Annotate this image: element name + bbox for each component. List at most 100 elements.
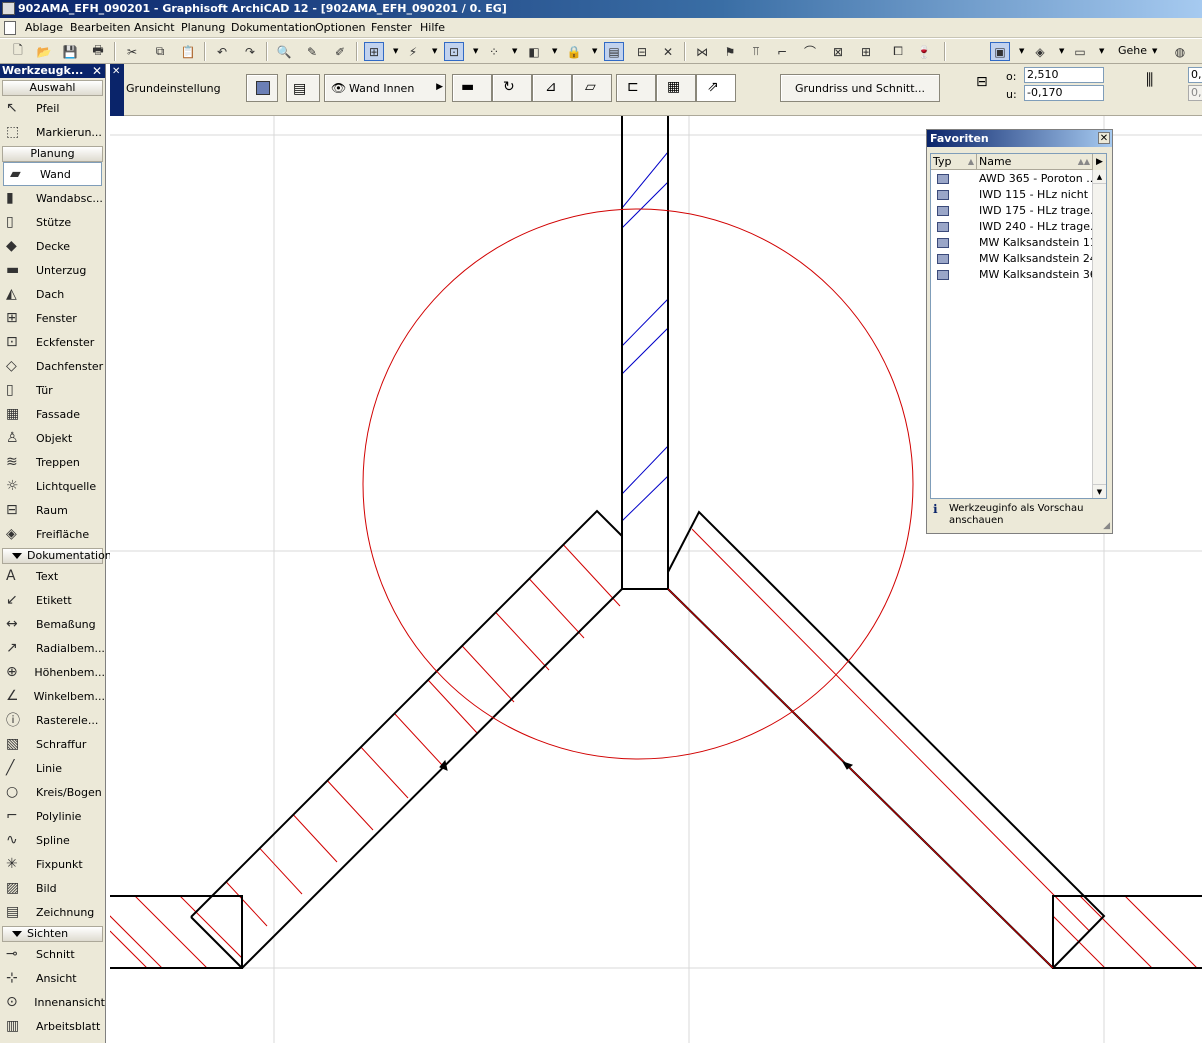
tool-rasterele[interactable]: ⓘ Rasterele... [0,708,105,732]
favorites-scrollbar[interactable]: ▲ ▼ [1092,170,1106,498]
globe-icon[interactable]: ◍ [1170,42,1190,61]
tool-innenansicht[interactable]: ⊙ Innenansicht [0,990,105,1014]
tool-fenster[interactable]: ⊞ Fenster [0,306,105,330]
tool-winkelbem[interactable]: ∠ Winkelbem... [0,684,105,708]
snap-guides-icon[interactable]: ⊡ [444,42,464,61]
adjust-icon[interactable]: ⫪ [746,42,766,61]
menu-ansicht[interactable]: Ansicht [134,21,175,34]
cut-icon[interactable]: ✂ [122,42,142,61]
curve-icon[interactable]: ⌒ [800,42,820,61]
fill-button[interactable]: ▦ [656,74,696,102]
column-header-name[interactable]: Name ▲▲ [977,154,1093,170]
dimension-display-icon[interactable]: ⊟ [632,42,652,61]
chevron-down-icon[interactable]: ▼ [473,42,481,61]
distribute-icon[interactable]: ⊞ [856,42,876,61]
bottom-offset-field[interactable]: -0,170 [1024,85,1104,101]
tool-unterzug[interactable]: ▬ Unterzug [0,258,105,282]
tool-polylinie[interactable]: ⌐ Polylinie [0,804,105,828]
favorite-item[interactable]: IWD 175 - HLz trage... [931,203,1093,219]
menu-bearbeiten[interactable]: Bearbeiten [70,21,130,34]
gravity-icon[interactable]: ⊞ [364,42,384,61]
tool-objekt[interactable]: ♙ Objekt [0,426,105,450]
tool-wandabsc[interactable]: ▮ Wandabsc... [0,186,105,210]
close-x-icon[interactable]: ✕ [658,42,678,61]
fillet-icon[interactable]: ⌐ [772,42,792,61]
line-type-button[interactable]: ▬ [452,74,492,102]
tool-ansicht[interactable]: ⊹ Ansicht [0,966,105,990]
info-box-grip[interactable]: ✕ [110,64,124,116]
close-icon[interactable]: ✕ [92,64,102,78]
goto-label[interactable]: Gehe [1118,44,1147,57]
tool-dachfenster[interactable]: ◇ Dachfenster [0,354,105,378]
find-select-icon[interactable]: 🔍 [274,42,294,61]
resize-grip-icon[interactable]: ◢ [1103,521,1110,531]
inject-parameters-icon[interactable]: ✐ [330,42,350,61]
tool-etikett[interactable]: ↙ Etikett [0,588,105,612]
render-icon[interactable]: 🍷 [914,42,934,61]
magic-wand-icon[interactable]: ⚡ [403,42,423,61]
layer-button[interactable]: ▤ [286,74,320,102]
lock-icon[interactable]: 🔒 [564,42,584,61]
tool-wand[interactable]: ▰ Wand [3,162,102,186]
section-auswahl[interactable]: Auswahl [2,80,103,96]
chevron-down-icon[interactable]: ▼ [393,42,401,61]
tool-höhenbem[interactable]: ⊕ Höhenbem... [0,660,105,684]
favorite-item[interactable]: IWD 240 - HLz trage... [931,219,1093,235]
menu-planung[interactable]: Planung [181,21,225,34]
save-icon[interactable]: 💾 [60,42,80,61]
explode-icon[interactable]: ⊠ [828,42,848,61]
toolbox-header[interactable]: Werkzeugk... ✕ [0,64,105,78]
favorite-item[interactable]: IWD 115 - HLz nicht ... [931,187,1093,203]
close-icon[interactable]: ✕ [112,66,120,77]
chevron-down-icon[interactable]: ▼ [1152,42,1160,61]
favorites-header[interactable]: Favoriten ✕ [927,130,1112,147]
chevron-down-icon[interactable]: ▼ [592,42,600,61]
grid-snap-icon[interactable]: ⁘ [484,42,504,61]
fill-display-icon[interactable]: ▤ [604,42,624,61]
tool-zeichnung[interactable]: ▤ Zeichnung [0,900,105,924]
wall-type-selector[interactable]: 👁 Wand Innen ▶ [324,74,446,102]
section-sichten[interactable]: Sichten [2,926,103,942]
paste-icon[interactable]: 📋 [178,42,198,61]
chevron-down-icon[interactable]: ▼ [512,42,520,61]
tool-bemaßung[interactable]: ↔ Bemaßung [0,612,105,636]
column-header-typ[interactable]: Typ ▲ [931,154,977,170]
chevron-down-icon[interactable]: ▼ [1019,42,1027,61]
tool-lichtquelle[interactable]: ☼ Lichtquelle [0,474,105,498]
close-icon[interactable]: ✕ [1098,132,1110,144]
tool-linie[interactable]: ╱ Linie [0,756,105,780]
tool-schraffur[interactable]: ▧ Schraffur [0,732,105,756]
section-planung[interactable]: Planung [2,146,103,162]
tool-bild[interactable]: ▨ Bild [0,876,105,900]
tool-kreis-bogen[interactable]: ○ Kreis/Bogen [0,780,105,804]
menu-hilfe[interactable]: Hilfe [420,21,445,34]
layers-icon[interactable]: ◧ [524,42,544,61]
scroll-down-icon[interactable]: ▼ [1093,484,1106,498]
favorite-item[interactable]: MW Kalksandstein 36,5 [931,267,1093,283]
layout-view-icon[interactable]: ▭ [1070,42,1090,61]
split-icon[interactable]: ⚑ [720,42,740,61]
section-dokumentation[interactable]: Dokumentation [2,548,112,564]
favorite-item[interactable]: MW Kalksandstein 24 [931,251,1093,267]
floor-plan-and-section-button[interactable]: Grundriss und Schnitt... [780,74,940,102]
tool-stütze[interactable]: ▯ Stütze [0,210,105,234]
chevron-right-icon[interactable]: ▶ [1092,154,1106,170]
pick-up-parameters-icon[interactable]: ✎ [302,42,322,61]
tool-raum[interactable]: ⊟ Raum [0,498,105,522]
redo-icon[interactable]: ↷ [240,42,260,61]
geometry-method-button[interactable]: ↻ [492,74,532,102]
intersect-icon[interactable]: ⋈ [692,42,712,61]
wall-placement-button[interactable]: ⇗ [696,74,736,102]
chevron-down-icon[interactable]: ▼ [432,42,440,61]
scroll-up-icon[interactable]: ▲ [1093,170,1106,184]
floor-plan-view-icon[interactable]: ▣ [990,42,1010,61]
print-icon[interactable]: 🖶 [88,42,108,61]
ungroup-icon[interactable]: ⧠ [888,42,908,61]
3d-view-icon[interactable]: ◈ [1030,42,1050,61]
tool-freifläche[interactable]: ◈ Freifläche [0,522,105,546]
new-file-icon[interactable]: 🗋 [8,42,28,61]
tool-eckfenster[interactable]: ⊡ Eckfenster [0,330,105,354]
favorite-item[interactable]: AWD 365 - Poroton ... [931,171,1093,187]
top-height-field[interactable]: 2,510 [1024,67,1104,83]
open-folder-icon[interactable]: 📂 [34,42,54,61]
